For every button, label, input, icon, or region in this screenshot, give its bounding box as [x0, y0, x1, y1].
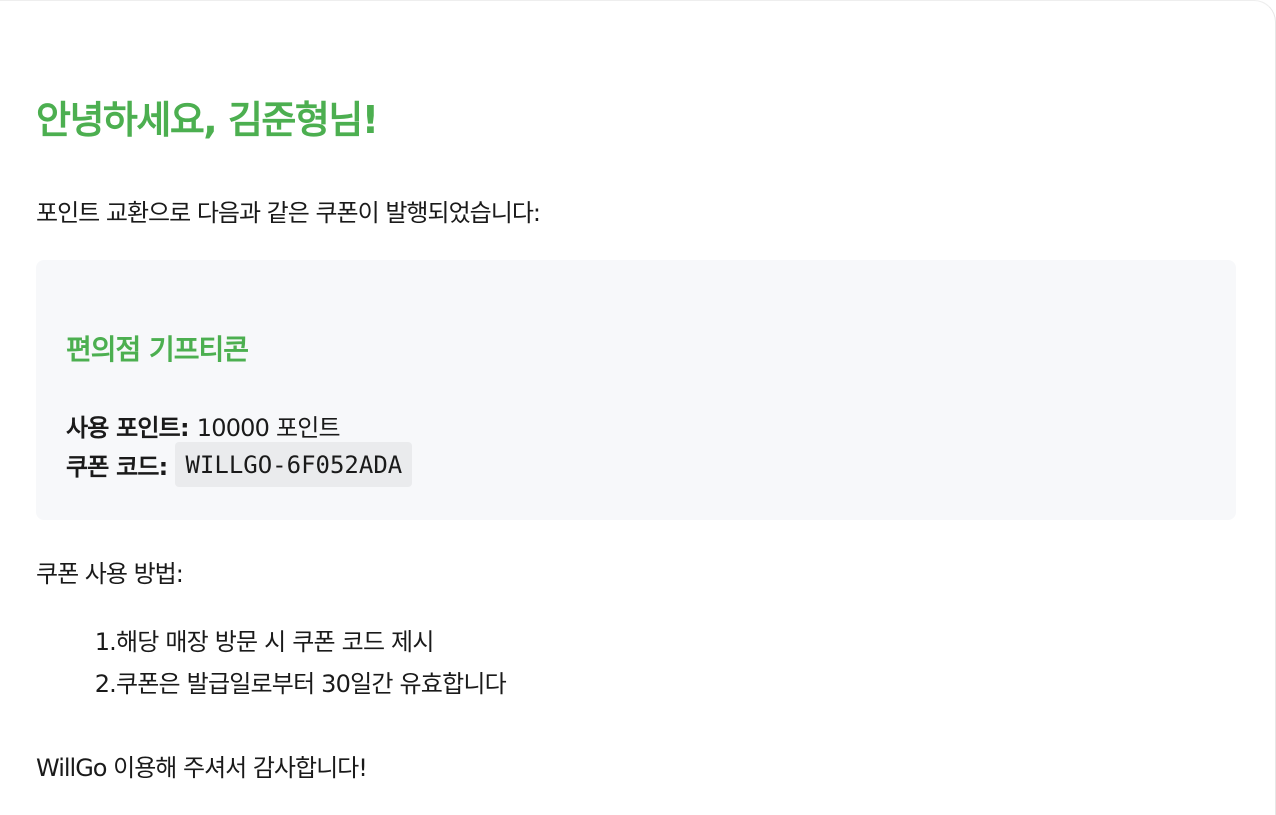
usage-list: 1. 해당 매장 방문 시 쿠폰 코드 제시 2. 쿠폰은 발급일로부터 30일… — [36, 621, 507, 705]
greeting-heading: 안녕하세요, 김준형님! — [36, 98, 379, 142]
coupon-box: 편의점 기프티콘 사용 포인트: 10000 포인트 쿠폰 코드: WILLGO… — [36, 260, 1236, 520]
list-item-text: 해당 매장 방문 시 쿠폰 코드 제시 — [116, 628, 434, 656]
usage-heading: 쿠폰 사용 방법: — [36, 560, 184, 588]
coupon-code-label: 쿠폰 코드: — [66, 453, 168, 481]
list-item: 2. 쿠폰은 발급일로부터 30일간 유효합니다 — [36, 663, 507, 705]
coupon-title: 편의점 기프티콘 — [66, 333, 249, 366]
list-item-number: 2. — [94, 670, 117, 698]
points-label: 사용 포인트: — [66, 414, 190, 442]
coupon-code-row: 쿠폰 코드: WILLGO-6F052ADA — [66, 442, 413, 487]
thanks-text: WillGo 이용해 주셔서 감사합니다! — [36, 754, 368, 782]
intro-text: 포인트 교환으로 다음과 같은 쿠폰이 발행되었습니다: — [36, 199, 541, 227]
list-item-number: 1. — [94, 628, 117, 656]
email-card: 안녕하세요, 김준형님! 포인트 교환으로 다음과 같은 쿠폰이 발행되었습니다… — [0, 0, 1276, 815]
points-value: 10000 포인트 — [196, 414, 341, 442]
coupon-code-value[interactable]: WILLGO-6F052ADA — [175, 442, 413, 487]
points-row: 사용 포인트: 10000 포인트 — [66, 408, 341, 443]
list-item: 1. 해당 매장 방문 시 쿠폰 코드 제시 — [36, 621, 506, 663]
list-item-text: 쿠폰은 발급일로부터 30일간 유효합니다 — [116, 670, 507, 698]
